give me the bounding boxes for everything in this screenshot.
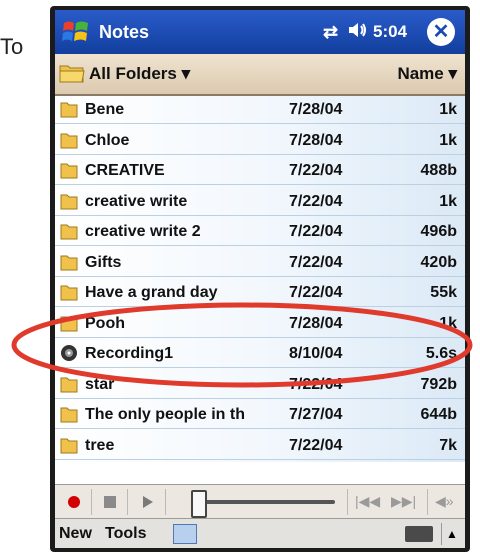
folder-open-icon (59, 62, 85, 84)
folder-icon (59, 191, 79, 211)
toolbar-divider (91, 489, 92, 515)
folder-icon (59, 99, 79, 119)
skip-back-button[interactable]: |◀◀ (355, 493, 380, 510)
clock-text[interactable]: 5:04 (373, 22, 407, 42)
file-name: Chloe (85, 131, 130, 149)
notes-list: Bene 7/28/04 1k Chloe 7/28/04 1k CREATIVE 7/22/… (55, 96, 465, 462)
playback-slider[interactable] (195, 500, 335, 504)
app-title: Notes (99, 22, 150, 42)
record-icon (68, 496, 80, 508)
folder-bar: All Folders ▾ Name ▾ (55, 54, 465, 96)
file-name: creative write (85, 192, 188, 210)
folder-icon (59, 160, 79, 180)
speaker-icon[interactable]: ◀» (435, 493, 454, 510)
file-date: 7/22/04 (289, 436, 343, 454)
skip-forward-button[interactable]: ▶▶| (391, 493, 416, 510)
close-button[interactable]: ✕ (427, 18, 455, 46)
file-size: 496b (420, 223, 457, 240)
toolbar-divider (127, 489, 128, 515)
file-size: 7k (439, 436, 457, 454)
file-name: Bene (85, 101, 125, 118)
note-row[interactable]: creative write 7/22/04 1k (55, 188, 465, 216)
stop-icon (104, 496, 116, 508)
note-row[interactable]: creative write 2 7/22/04 496b (55, 218, 465, 246)
note-row[interactable]: tree 7/22/04 7k (55, 432, 465, 460)
file-date: 7/22/04 (289, 192, 343, 210)
record-button[interactable] (61, 489, 87, 515)
note-row[interactable]: Bene 7/28/04 1k (55, 96, 465, 124)
folder-icon (59, 130, 79, 150)
file-name: CREATIVE (85, 162, 165, 179)
sync-icon[interactable]: ⇄ (323, 22, 338, 43)
new-menu[interactable]: New (59, 525, 92, 543)
file-date: 7/28/04 (289, 131, 343, 149)
file-name: creative write 2 (85, 223, 201, 240)
folder-icon (59, 252, 79, 272)
slider-thumb[interactable] (191, 490, 207, 518)
file-size: 1k (439, 192, 457, 210)
pocket-pc-device: Notes ⇄ 5:04 ✕ All Folders ▾ Name ▾ Bene… (50, 6, 470, 552)
windows-start-icon[interactable] (61, 17, 91, 47)
volume-icon[interactable] (348, 21, 368, 44)
stop-button[interactable] (97, 489, 123, 515)
folder-icon (59, 435, 79, 455)
file-date: 7/22/04 (289, 223, 343, 240)
title-bar: Notes ⇄ 5:04 ✕ (55, 10, 465, 54)
file-size: 488b (420, 162, 457, 179)
note-row[interactable]: Chloe 7/28/04 1k (55, 127, 465, 155)
file-size: 644b (420, 406, 457, 423)
toolbar-divider (427, 489, 428, 515)
menu-bar: New Tools ▲ (55, 518, 465, 548)
file-date: 7/22/04 (289, 253, 343, 271)
folder-icon (59, 221, 79, 241)
note-row[interactable]: CREATIVE 7/22/04 488b (55, 157, 465, 185)
keyboard-icon[interactable] (405, 526, 433, 542)
highlight-ellipse (11, 302, 473, 388)
file-size: 1k (439, 101, 457, 118)
file-date: 7/27/04 (289, 406, 343, 423)
input-selector-arrow[interactable]: ▲ (441, 523, 462, 545)
file-size: 1k (439, 131, 457, 149)
recording-toolbar: |◀◀ ▶▶| ◀» (55, 484, 465, 519)
file-date: 7/28/04 (289, 101, 343, 118)
handwriting-icon[interactable] (173, 524, 197, 544)
note-row[interactable]: The only people in th 7/27/04 644b (55, 401, 465, 429)
folder-icon (59, 404, 79, 424)
file-size: 420b (420, 253, 457, 271)
sort-dropdown[interactable]: Name ▾ (397, 64, 457, 84)
file-date: 7/22/04 (289, 162, 343, 179)
tools-menu[interactable]: Tools (105, 525, 146, 543)
note-row[interactable]: Gifts 7/22/04 420b (55, 249, 465, 277)
side-caption-text: To (0, 34, 24, 59)
folder-icon (59, 282, 79, 302)
device-screen: Notes ⇄ 5:04 ✕ All Folders ▾ Name ▾ Bene… (55, 10, 465, 548)
play-button[interactable] (135, 489, 161, 515)
toolbar-divider (347, 489, 348, 515)
folder-dropdown[interactable]: All Folders ▾ (89, 64, 190, 84)
file-name: Gifts (85, 253, 122, 271)
play-icon (143, 496, 153, 508)
file-name: The only people in th (85, 406, 245, 423)
toolbar-divider (165, 489, 166, 515)
file-name: tree (85, 436, 115, 454)
